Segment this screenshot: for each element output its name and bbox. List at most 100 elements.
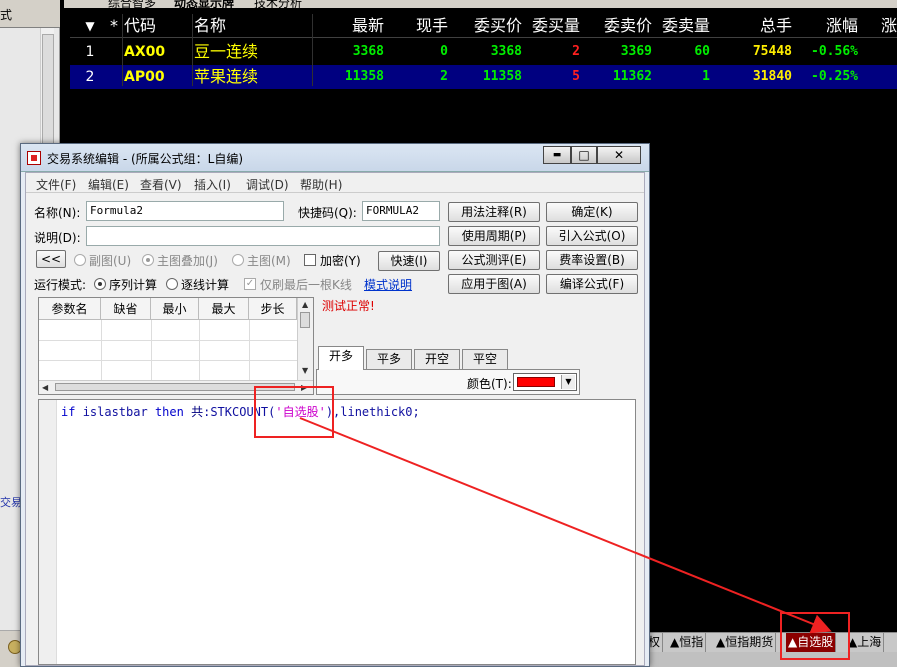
market-tab-hsi-futures[interactable]: ▲恒指期货 bbox=[714, 633, 777, 652]
shortcut-label: 快捷码(Q): bbox=[298, 206, 357, 220]
row-new: 11358 bbox=[344, 69, 384, 84]
main-top-tabs: 综合智多 动态显示牌 技术分析 bbox=[64, 0, 897, 8]
row-ask-vol: 1 bbox=[702, 69, 710, 84]
grid-line bbox=[192, 14, 193, 86]
row-bid: 11358 bbox=[482, 69, 522, 84]
last-bar-checkbox[interactable]: ✓ bbox=[244, 278, 256, 290]
tick-calc-radio[interactable] bbox=[166, 278, 178, 290]
col-ask[interactable]: 委卖价 bbox=[580, 14, 652, 38]
collapse-button[interactable]: << bbox=[36, 250, 66, 268]
usage-notes-button[interactable]: 用法注释(R) bbox=[448, 202, 540, 222]
market-tab-hsi[interactable]: ▲恒指 bbox=[668, 633, 707, 652]
grid-line bbox=[39, 360, 297, 361]
subchart-radio[interactable] bbox=[74, 254, 86, 266]
col-change[interactable]: 涨幅 bbox=[792, 14, 858, 38]
apply-to-chart-button[interactable]: 应用于图(A) bbox=[448, 274, 540, 294]
chevron-down-icon[interactable]: ▼ bbox=[561, 375, 575, 389]
left-panel-side-label: 交易 bbox=[0, 496, 22, 509]
grid-line bbox=[122, 14, 123, 86]
table-row[interactable]: 1 AX00 豆一连续 3368 0 3368 2 3369 60 75448 … bbox=[70, 40, 897, 64]
encrypt-checkbox[interactable] bbox=[304, 254, 316, 266]
import-formula-button[interactable]: 引入公式(O) bbox=[546, 226, 638, 246]
menu-debug[interactable]: 调试(D) bbox=[246, 176, 289, 193]
tab-panel: 颜色(T): ▼ bbox=[316, 369, 580, 395]
row-code: AX00 bbox=[124, 44, 166, 60]
col-name[interactable]: 名称 bbox=[192, 14, 312, 38]
row-now: 2 bbox=[440, 69, 448, 84]
dialog-titlebar[interactable]: 交易系统编辑 - (所属公式组：L自编) ▬ □ ✕ bbox=[21, 144, 649, 172]
param-grid-vscroll[interactable]: ▲ ▼ bbox=[297, 298, 313, 380]
sequence-calc-label: 序列计算 bbox=[109, 278, 158, 292]
row-change: -0.25% bbox=[811, 69, 858, 84]
menu-file[interactable]: 文件(F) bbox=[36, 176, 76, 193]
tab-close-long[interactable]: 平多 bbox=[366, 349, 412, 369]
menu-insert[interactable]: 插入(I) bbox=[194, 176, 231, 193]
row-new: 3368 bbox=[352, 44, 384, 59]
param-col-step[interactable]: 步长 bbox=[249, 298, 297, 320]
ok-button[interactable]: 确定(K) bbox=[546, 202, 638, 222]
quick-button[interactable]: 快速(I) bbox=[378, 251, 440, 271]
period-button[interactable]: 使用周期(P) bbox=[448, 226, 540, 246]
subchart-label: 副图(U) bbox=[89, 254, 132, 268]
grid-line bbox=[199, 320, 200, 380]
test-status: 测试正常! bbox=[322, 299, 375, 313]
col-bid-vol[interactable]: 委买量 bbox=[522, 14, 580, 38]
param-col-max[interactable]: 最大 bbox=[199, 298, 249, 320]
tab-open-short[interactable]: 开空 bbox=[414, 349, 460, 369]
formula-editor[interactable]: if islastbar then 共:STKCOUNT('自选股'),line… bbox=[38, 399, 636, 665]
grid-line bbox=[249, 320, 250, 380]
market-tabs: 权 ▲恒指 ▲恒指期货 ▲自选股 ▲上海 bbox=[646, 632, 897, 652]
sort-arrow-icon[interactable]: ▼ bbox=[70, 14, 110, 38]
row-code: AP00 bbox=[124, 69, 165, 85]
tab-dongtai[interactable]: 动态显示牌 bbox=[174, 0, 234, 8]
desc-input[interactable] bbox=[86, 226, 440, 246]
fee-settings-button[interactable]: 费率设置(B) bbox=[546, 250, 638, 270]
param-col-name[interactable]: 参数名 bbox=[39, 298, 101, 320]
grid-line bbox=[39, 340, 297, 341]
scroll-left-icon[interactable]: ◀ bbox=[42, 383, 48, 392]
compile-formula-button[interactable]: 编译公式(F) bbox=[546, 274, 638, 294]
menu-help[interactable]: 帮助(H) bbox=[300, 176, 342, 193]
param-col-default[interactable]: 缺省 bbox=[101, 298, 151, 320]
overlay-radio[interactable] bbox=[142, 254, 154, 266]
scroll-up-icon[interactable]: ▲ bbox=[302, 300, 308, 309]
run-mode-label: 运行模式: bbox=[34, 278, 87, 292]
col-new[interactable]: 最新 bbox=[312, 14, 384, 38]
col-code[interactable]: 代码 bbox=[122, 14, 192, 38]
grid-line bbox=[312, 14, 313, 86]
name-input[interactable]: Formula2 bbox=[86, 201, 284, 221]
tab-zonghe[interactable]: 综合智多 bbox=[108, 0, 156, 8]
code-line: if islastbar then 共:STKCOUNT('自选股'),line… bbox=[61, 403, 420, 420]
close-button[interactable]: ✕ bbox=[597, 146, 641, 164]
col-now[interactable]: 现手 bbox=[384, 14, 448, 38]
code-keyword-if: if bbox=[61, 405, 76, 419]
mode-help-link[interactable]: 模式说明 bbox=[364, 276, 412, 293]
menu-edit[interactable]: 编辑(E) bbox=[88, 176, 129, 193]
annotation-box-code bbox=[254, 386, 334, 438]
col-total[interactable]: 总手 bbox=[710, 14, 792, 38]
table-row[interactable]: 2 AP00 苹果连续 11358 2 11358 5 11362 1 3184… bbox=[70, 65, 897, 89]
tab-jishu[interactable]: 技术分析 bbox=[254, 0, 302, 8]
sequence-calc-radio[interactable] bbox=[94, 278, 106, 290]
col-ask-vol[interactable]: 委卖量 bbox=[652, 14, 710, 38]
color-picker[interactable]: ▼ bbox=[513, 373, 577, 391]
col-change-2[interactable]: 涨 bbox=[858, 14, 897, 38]
scroll-thumb[interactable] bbox=[300, 312, 310, 328]
tab-close-short[interactable]: 平空 bbox=[462, 349, 508, 369]
shortcut-input[interactable]: FORMULA2 bbox=[362, 201, 440, 221]
formula-test-button[interactable]: 公式测评(E) bbox=[448, 250, 540, 270]
left-panel-tab[interactable]: 式 bbox=[0, 0, 60, 28]
status-bar bbox=[646, 652, 897, 667]
maximize-button[interactable]: □ bbox=[571, 146, 597, 164]
menubar: 文件(F) 编辑(E) 查看(V) 插入(I) 调试(D) 帮助(H) bbox=[26, 173, 644, 193]
minimize-button[interactable]: ▬ bbox=[543, 146, 571, 164]
col-bid[interactable]: 委买价 bbox=[448, 14, 522, 38]
menu-view[interactable]: 查看(V) bbox=[140, 176, 182, 193]
trading-system-editor-dialog: 交易系统编辑 - (所属公式组：L自编) ▬ □ ✕ 文件(F) 编辑(E) 查… bbox=[20, 143, 650, 667]
mainchart-radio[interactable] bbox=[232, 254, 244, 266]
tab-open-long[interactable]: 开多 bbox=[318, 346, 364, 370]
scroll-down-icon[interactable]: ▼ bbox=[302, 366, 308, 375]
row-name: 豆一连续 bbox=[194, 42, 259, 61]
market-tab-shanghai[interactable]: ▲上海 bbox=[846, 633, 885, 652]
param-col-min[interactable]: 最小 bbox=[151, 298, 199, 320]
